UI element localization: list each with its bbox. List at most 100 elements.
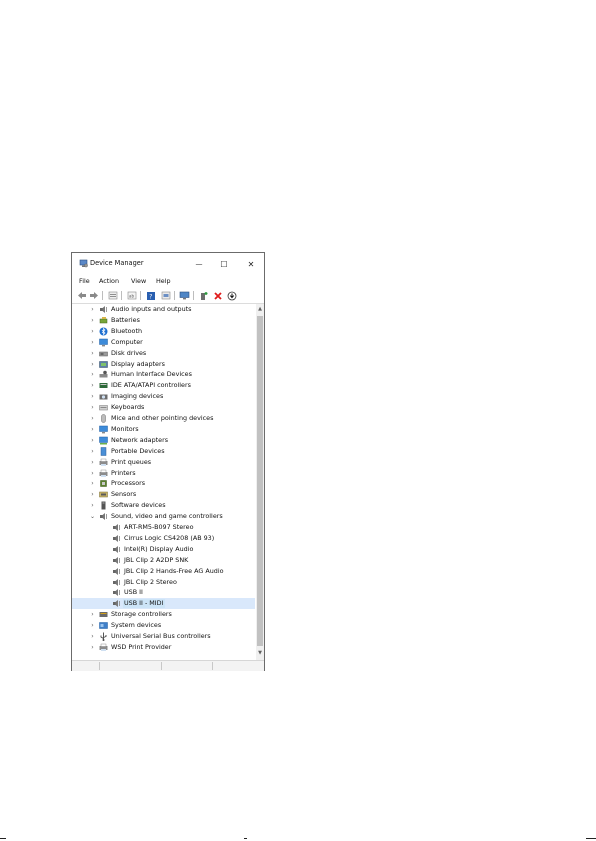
help-button[interactable]: ?: [145, 290, 156, 301]
details-button[interactable]: [160, 290, 171, 301]
speaker-icon: [100, 306, 107, 313]
uninstall-button[interactable]: [212, 290, 223, 301]
add-driver-button[interactable]: [198, 290, 209, 301]
chevron-right-icon[interactable]: ›: [89, 611, 96, 618]
tree-category[interactable]: › Batteries: [72, 315, 255, 326]
tree-category-label: Keyboards: [111, 403, 145, 412]
tree-device[interactable]: USB II: [72, 587, 255, 598]
tree-category[interactable]: › Processors: [72, 478, 255, 489]
chevron-down-icon[interactable]: ⌄: [89, 513, 96, 520]
chevron-right-icon[interactable]: ›: [89, 328, 96, 335]
title-bar[interactable]: Device Manager — ☐ ✕: [72, 253, 264, 275]
chevron-right-icon[interactable]: ›: [89, 404, 96, 411]
chevron-right-icon[interactable]: ›: [89, 306, 96, 313]
details-icon: [161, 291, 170, 300]
tree-category[interactable]: › IDE ATA/ATAPI controllers: [72, 380, 255, 391]
tree-category-label: Audio inputs and outputs: [111, 305, 192, 313]
back-button[interactable]: [76, 290, 87, 301]
tree-category-label: Print queues: [111, 457, 152, 466]
maximize-button[interactable]: ☐: [213, 256, 235, 272]
speaker-icon: [113, 534, 120, 542]
tree-category[interactable]: › Monitors: [72, 424, 255, 435]
chevron-right-icon[interactable]: ›: [89, 470, 96, 477]
chevron-right-icon[interactable]: ›: [89, 393, 96, 400]
tree-category-label: Batteries: [111, 315, 140, 324]
chevron-right-icon[interactable]: ›: [89, 382, 96, 389]
menu-help[interactable]: Help: [156, 277, 171, 285]
tree-category[interactable]: › WSD Print Provider: [72, 642, 255, 653]
tree-category[interactable]: › Human Interface Devices: [72, 369, 255, 380]
display-icon: [99, 360, 108, 368]
tree-category[interactable]: › Bluetooth: [72, 326, 255, 337]
tree-category[interactable]: › Display adapters: [72, 359, 255, 370]
device-tree[interactable]: › Audio inputs and outputs › Batteries › Blue…: [72, 304, 255, 660]
tree-device[interactable]: Intel(R) Display Audio: [72, 544, 255, 555]
camera-icon: [99, 394, 108, 400]
menu-file[interactable]: File: [79, 277, 90, 285]
menu-action[interactable]: Action: [99, 277, 119, 285]
chevron-right-icon[interactable]: ›: [89, 480, 96, 487]
tree-category-label: Sensors: [111, 490, 137, 499]
scroll-thumb[interactable]: [257, 316, 263, 646]
tree-category-label: Human Interface Devices: [111, 370, 192, 379]
update-driver-button[interactable]: [226, 290, 237, 301]
chevron-right-icon[interactable]: ›: [89, 502, 96, 509]
tree-category-expanded[interactable]: ⌄ Sound, video and game controllers: [72, 511, 255, 522]
tree-category[interactable]: › Disk drives: [72, 348, 255, 359]
tree-device[interactable]: Cirrus Logic CS4208 (AB 93): [72, 533, 255, 544]
chevron-right-icon[interactable]: ›: [89, 459, 96, 466]
chevron-right-icon[interactable]: ›: [89, 491, 96, 498]
chevron-right-icon[interactable]: ›: [89, 371, 96, 378]
chevron-right-icon[interactable]: ›: [89, 644, 96, 651]
tree-device-label: JBL Clip 2 Stereo: [124, 577, 177, 586]
tree-category[interactable]: › Sensors: [72, 489, 255, 500]
chevron-right-icon[interactable]: ›: [89, 361, 96, 368]
tree-category[interactable]: › System devices: [72, 620, 255, 631]
scan-hardware-button[interactable]: [179, 290, 190, 301]
properties-button[interactable]: [107, 290, 118, 301]
chevron-right-icon[interactable]: ›: [89, 339, 96, 346]
chevron-right-icon[interactable]: ›: [89, 317, 96, 324]
chevron-right-icon[interactable]: ›: [89, 622, 96, 629]
resources-button[interactable]: ab: [126, 290, 137, 301]
tree-category[interactable]: › Computer: [72, 337, 255, 348]
chevron-right-icon[interactable]: ›: [89, 350, 96, 357]
scroll-down-arrow-icon[interactable]: ▼: [257, 650, 263, 656]
tree-category-label: Computer: [111, 337, 143, 346]
forward-button[interactable]: [88, 290, 99, 301]
tree-category[interactable]: › Software devices: [72, 500, 255, 511]
tree-category[interactable]: › Print queues: [72, 457, 255, 468]
tree-category[interactable]: › Imaging devices: [72, 391, 255, 402]
chevron-right-icon[interactable]: ›: [89, 437, 96, 444]
chevron-right-icon[interactable]: ›: [89, 426, 96, 433]
tree-category[interactable]: › Audio inputs and outputs: [72, 304, 255, 315]
tree-category[interactable]: › Mice and other pointing devices: [72, 413, 255, 424]
disk-icon: [99, 351, 108, 356]
storage-icon: [99, 612, 108, 618]
chevron-right-icon[interactable]: ›: [89, 633, 96, 640]
speaker-icon: [113, 578, 120, 586]
menu-view[interactable]: View: [131, 277, 146, 285]
chevron-right-icon[interactable]: ›: [89, 448, 96, 455]
monitor-icon: [99, 425, 108, 434]
tree-device[interactable]: ART-RM5-B097 Stereo: [72, 522, 255, 533]
tree-device[interactable]: JBL Clip 2 A2DP SNK: [72, 555, 255, 566]
tree-category-label: Universal Serial Bus controllers: [111, 632, 211, 640]
tree-category[interactable]: › Universal Serial Bus controllers: [72, 631, 255, 642]
close-button[interactable]: ✕: [240, 256, 262, 272]
tree-category[interactable]: › Network adapters: [72, 435, 255, 446]
tree-category[interactable]: › Printers: [72, 468, 255, 479]
vertical-scrollbar[interactable]: ▲ ▼: [256, 304, 264, 660]
scroll-up-arrow-icon[interactable]: ▲: [257, 306, 263, 312]
tree-category-label: Disk drives: [111, 348, 147, 357]
tree-device[interactable]: JBL Clip 2 Hands-Free AG Audio: [72, 566, 255, 577]
chevron-right-icon[interactable]: ›: [89, 415, 96, 422]
tree-category[interactable]: › Keyboards: [72, 402, 255, 413]
sensor-icon: [99, 492, 108, 498]
tree-category[interactable]: › Storage controllers: [72, 609, 255, 620]
svg-text:ab: ab: [129, 294, 134, 299]
tree-category[interactable]: › Portable Devices: [72, 446, 255, 457]
tree-device[interactable]: JBL Clip 2 Stereo: [72, 577, 255, 588]
minimize-button[interactable]: —: [188, 256, 210, 272]
tree-device-selected[interactable]: USB II - MIDI: [72, 598, 255, 610]
